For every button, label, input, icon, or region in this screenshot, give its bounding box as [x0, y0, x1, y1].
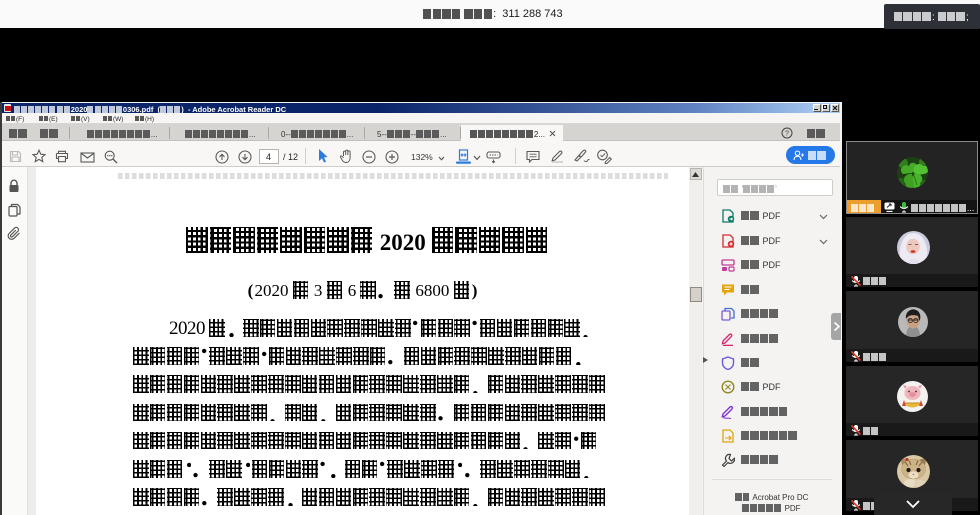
svg-text:?: ? [785, 131, 789, 138]
